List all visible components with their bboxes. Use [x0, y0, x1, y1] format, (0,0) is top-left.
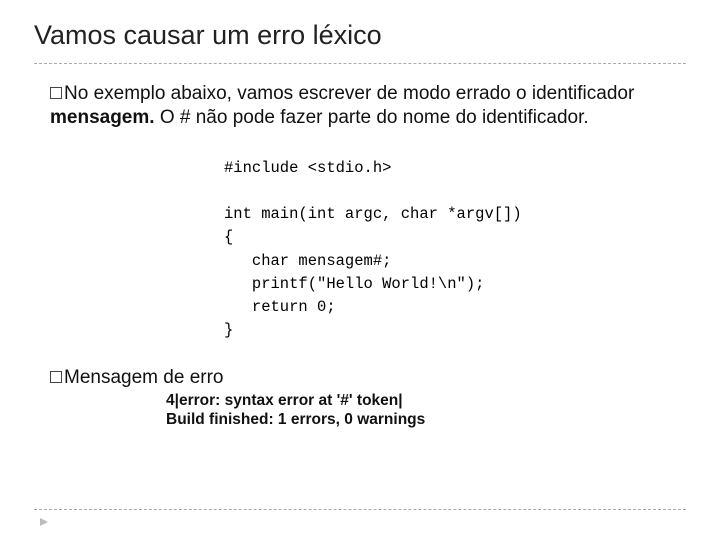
error-output: 4|error: syntax error at '#' token| Buil… — [166, 391, 686, 431]
intro-text-c: O # não pode fazer parte do nome do iden… — [155, 107, 589, 128]
intro-paragraph: No exemplo abaixo, vamos escrever de mod… — [50, 82, 676, 131]
intro-text-bold: mensagem. — [50, 107, 155, 128]
page-title: Vamos causar um erro léxico — [34, 20, 686, 51]
intro-text-a: No exemplo abaixo, vamos escrever de mod… — [64, 83, 634, 104]
error-heading-a: Mensagem — [64, 367, 158, 388]
error-heading-b: de erro — [158, 367, 223, 388]
code-block: #include <stdio.h> int main(int argc, ch… — [224, 157, 686, 343]
triangle-right-icon — [40, 518, 48, 526]
error-heading: Mensagem de erro — [50, 367, 686, 389]
square-bullet-icon — [50, 371, 62, 383]
error-line-1: 4|error: syntax error at '#' token| — [166, 391, 686, 411]
error-line-2: Build finished: 1 errors, 0 warnings — [166, 410, 686, 430]
square-bullet-icon — [50, 87, 62, 99]
divider-bottom — [34, 509, 686, 510]
divider-top — [34, 63, 686, 64]
slide: Vamos causar um erro léxico No exemplo a… — [0, 0, 720, 440]
